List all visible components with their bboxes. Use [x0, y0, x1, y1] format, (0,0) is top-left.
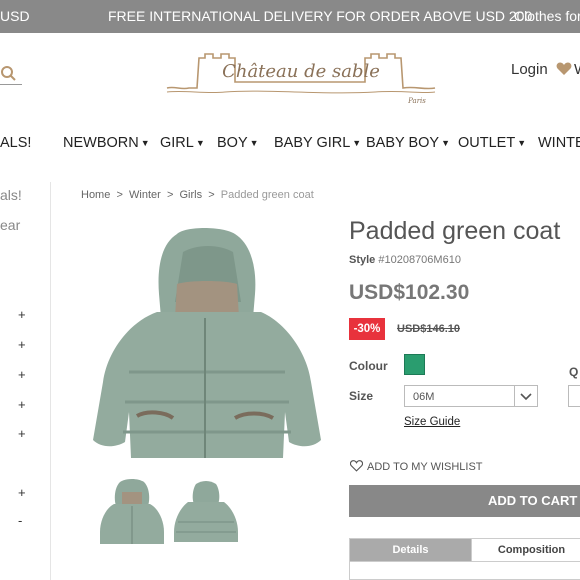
sidebar-expand-toggle[interactable]: + [18, 337, 26, 352]
product-main-image[interactable] [85, 222, 330, 467]
currency-selector[interactable]: USD [0, 8, 30, 24]
nav-label: ALS! [0, 135, 32, 151]
original-price: USD$146.10 [397, 323, 460, 335]
sidebar-expand-toggle[interactable]: + [18, 367, 26, 382]
wishlist-link[interactable]: W [574, 61, 580, 78]
nav-label: OUTLET [458, 135, 516, 151]
sidebar-item-wear[interactable]: ear [0, 217, 20, 233]
caret-down-icon: ▼ [441, 138, 450, 149]
nav-item-baby-boy[interactable]: BABY BOY ▼ [366, 135, 450, 151]
nav-label: BOY [217, 135, 248, 151]
product-title: Padded green coat [349, 217, 561, 245]
promo-right-text: Clothes for [514, 8, 580, 24]
caret-down-icon: ▼ [249, 138, 259, 149]
nav-label: BABY BOY [366, 135, 440, 151]
tab-details[interactable]: Details [350, 539, 471, 561]
style-label: Style [349, 254, 376, 266]
breadcrumb-winter[interactable]: Winter [129, 189, 161, 201]
nav-label: GIRL [160, 135, 194, 151]
colour-label: Colour [349, 359, 388, 373]
nav-item-baby-girl[interactable]: BABY GIRL ▼ [274, 135, 361, 151]
nav-label: WINTE [538, 135, 580, 151]
sidebar-expand-toggle[interactable]: + [18, 307, 26, 322]
product-info-tabs: Details Composition [349, 538, 580, 580]
breadcrumb-separator: > [208, 189, 215, 201]
breadcrumb-separator: > [166, 189, 174, 201]
nav-item-newborn[interactable]: NEWBORN ▼ [63, 135, 150, 151]
tab-composition[interactable]: Composition [471, 539, 580, 561]
logo-subtext: Paris [407, 97, 426, 105]
sidebar-item-deals[interactable]: als! [0, 187, 22, 203]
search-input-underline [0, 84, 22, 85]
nav-item-winter[interactable]: WINTE [538, 135, 580, 151]
size-guide-link[interactable]: Size Guide [404, 416, 460, 428]
logo-text: Château de sable [222, 61, 380, 82]
breadcrumb: Home > Winter > Girls > Padded green coa… [81, 189, 314, 201]
size-select[interactable]: 06M [404, 385, 538, 407]
chevron-down-icon[interactable] [514, 386, 537, 406]
nav-label: NEWBORN [63, 135, 139, 151]
login-link[interactable]: Login [511, 61, 548, 78]
style-value: #10208706M610 [378, 254, 461, 266]
product-style: Style #10208706M610 [349, 254, 461, 266]
promo-text: FREE INTERNATIONAL DELIVERY FOR ORDER AB… [108, 8, 533, 24]
breadcrumb-home[interactable]: Home [81, 189, 110, 201]
caret-down-icon: ▼ [195, 138, 205, 149]
wishlist-label: ADD TO MY WISHLIST [367, 461, 483, 473]
tab-divider [350, 561, 580, 562]
sidebar-collapse-toggle[interactable]: - [18, 513, 22, 528]
add-to-cart-label: ADD TO CART [488, 493, 578, 508]
brand-logo[interactable]: Château de sable Paris [165, 52, 437, 106]
product-price: USD$102.30 [349, 281, 470, 304]
nav-item-girl[interactable]: GIRL ▼ [160, 135, 205, 151]
promo-bar: USD FREE INTERNATIONAL DELIVERY FOR ORDE… [0, 0, 580, 33]
quantity-label: Q [569, 365, 579, 379]
search-icon[interactable] [0, 62, 22, 84]
heart-outline-icon [349, 460, 364, 472]
colour-swatch[interactable] [404, 354, 425, 375]
nav-label: BABY GIRL [274, 135, 351, 151]
caret-down-icon: ▼ [140, 138, 150, 149]
sidebar-expand-toggle[interactable]: + [18, 485, 26, 500]
nav-item-boy[interactable]: BOY ▼ [217, 135, 259, 151]
nav-item-deals[interactable]: ALS! [0, 135, 31, 151]
add-to-cart-button[interactable]: ADD TO CART [349, 485, 580, 517]
caret-down-icon: ▼ [517, 138, 527, 149]
quantity-stepper[interactable] [568, 385, 580, 407]
sidebar-expand-toggle[interactable]: + [18, 397, 26, 412]
caret-down-icon: ▼ [352, 138, 362, 149]
size-label: Size [349, 389, 374, 403]
heart-icon[interactable] [556, 62, 572, 76]
sidebar-expand-toggle[interactable]: + [18, 426, 26, 441]
add-to-wishlist-link[interactable]: ADD TO MY WISHLIST [349, 460, 483, 473]
breadcrumb-separator: > [116, 189, 123, 201]
discount-badge: -30% [349, 318, 385, 340]
nav-item-outlet[interactable]: OUTLET ▼ [458, 135, 526, 151]
product-thumbnail[interactable] [96, 478, 166, 550]
product-thumbnail[interactable] [170, 478, 240, 550]
size-selected-value: 06M [413, 391, 435, 403]
breadcrumb-girls[interactable]: Girls [180, 189, 203, 201]
sidebar-divider [50, 182, 51, 580]
breadcrumb-current: Padded green coat [220, 189, 314, 201]
